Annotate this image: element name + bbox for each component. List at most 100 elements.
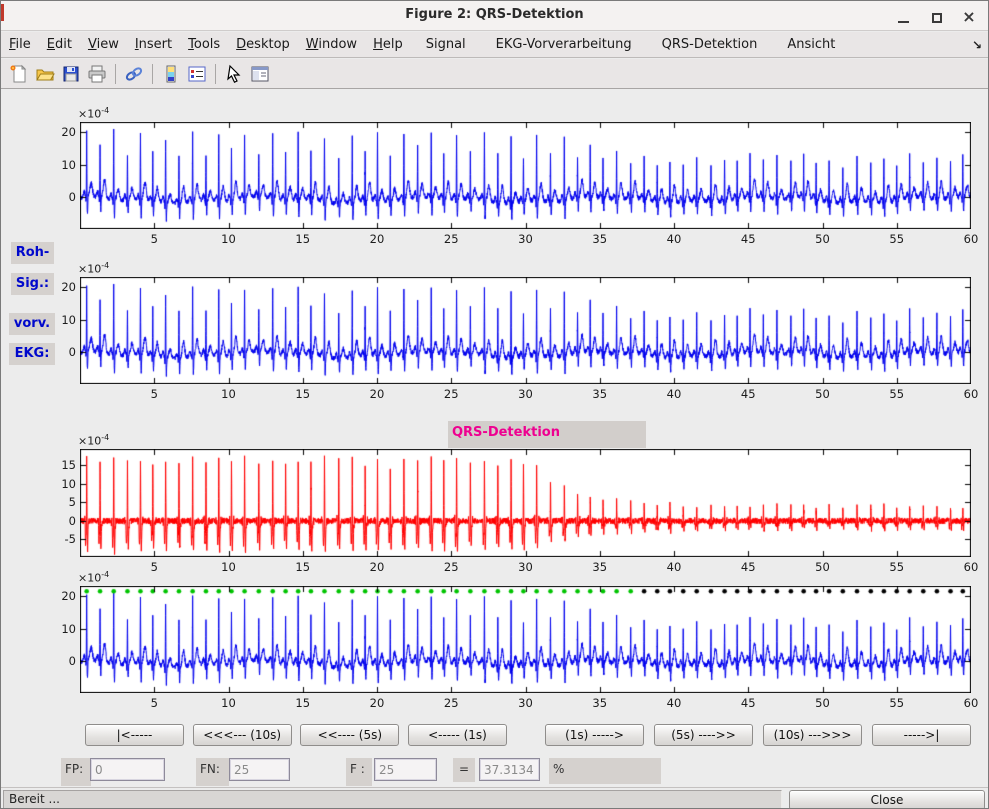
close-button[interactable]: Close (789, 790, 985, 809)
y-tick-label: 5 (48, 495, 76, 509)
x-tick-label: 60 (956, 232, 986, 246)
preprocessed-ecg-plot (80, 277, 971, 384)
equals-label: = (453, 758, 475, 782)
x-tick-label: 15 (288, 232, 318, 246)
x-tick-label: 30 (511, 696, 541, 710)
raw-signal-plot-container: 5101520253035404550556020100×10-4 (80, 122, 971, 249)
fp-label: FP: (61, 758, 91, 786)
x-tick-label: 35 (585, 232, 615, 246)
x-tick-label: 20 (362, 696, 392, 710)
back-10s-button[interactable]: <<<--- (10s) (193, 724, 292, 746)
menu-item-help[interactable]: Help (365, 32, 411, 58)
fp-input[interactable] (90, 758, 165, 781)
menu-item-tools[interactable]: Tools (180, 32, 228, 58)
property-editor-icon[interactable] (248, 62, 272, 86)
open-file-icon[interactable] (33, 62, 57, 86)
x-tick-label: 50 (808, 232, 838, 246)
x-tick-label: 10 (214, 387, 244, 401)
edit-plot-icon[interactable] (222, 62, 246, 86)
toolbar (1, 59, 988, 89)
x-tick-label: 15 (288, 560, 318, 574)
x-tick-label: 25 (436, 560, 466, 574)
fn-label: FN: (196, 758, 229, 786)
x-tick-label: 25 (436, 232, 466, 246)
menu-item-signal[interactable]: Signal (411, 32, 481, 58)
x-tick-label: 15 (288, 387, 318, 401)
maximize-button[interactable] (924, 8, 950, 25)
fwd-1s-button[interactable]: (1s) -----> (545, 724, 644, 746)
x-tick-label: 40 (659, 387, 689, 401)
y-axis-exponent-label: ×10-4 (78, 261, 109, 276)
y-tick-label: 20 (48, 280, 76, 294)
menu-item-insert[interactable]: Insert (127, 32, 180, 58)
x-tick-label: 35 (585, 387, 615, 401)
insert-legend-icon[interactable] (185, 62, 209, 86)
x-tick-label: 20 (362, 232, 392, 246)
save-figure-icon[interactable] (59, 62, 83, 86)
percent-label: % (549, 758, 661, 784)
x-tick-label: 45 (733, 696, 763, 710)
y-tick-label: 20 (48, 589, 76, 603)
qrs-detection-plot (80, 449, 971, 557)
x-tick-label: 25 (436, 696, 466, 710)
minimize-icon (898, 21, 909, 23)
x-tick-label: 45 (733, 560, 763, 574)
toolbar-separator (215, 64, 216, 84)
y-tick-label: 15 (48, 458, 76, 472)
x-tick-label: 60 (956, 560, 986, 574)
x-tick-label: 40 (659, 696, 689, 710)
f-label: F : (346, 758, 372, 786)
f-input[interactable] (374, 758, 437, 781)
fwd-10s-button[interactable]: (10s) --->>> (763, 724, 862, 746)
menu-item-ansicht[interactable]: Ansicht (772, 32, 850, 58)
detection-result-plot (80, 586, 971, 693)
x-tick-label: 35 (585, 696, 615, 710)
raw-signal-label-line1: Roh- (11, 242, 54, 264)
fn-input[interactable] (229, 758, 290, 781)
y-axis-exponent-label: ×10-4 (78, 106, 109, 121)
x-tick-label: 50 (808, 387, 838, 401)
y-tick-label: -5 (48, 532, 76, 546)
x-tick-label: 60 (956, 387, 986, 401)
fwd-5s-button[interactable]: (5s) ---->> (654, 724, 753, 746)
statusbar: Bereit ... Close (1, 787, 988, 809)
x-tick-label: 55 (882, 232, 912, 246)
detection-result-plot-container: 5101520253035404550556020100×10-4 (80, 586, 971, 713)
menu-item-view[interactable]: View (80, 32, 127, 58)
minimize-button[interactable] (890, 8, 916, 25)
menu-item-ekg-vorverarbeitung[interactable]: EKG-Vorverarbeitung (481, 32, 647, 58)
nav-buttons-left-group: |<----- <<<--- (10s) <<---- (5s) <----- (1s… (85, 724, 507, 746)
preprocessed-ecg-plot-container: 5101520253035404550556020100×10-4 (80, 277, 971, 404)
status-text: Bereit ... (3, 790, 782, 809)
x-tick-label: 30 (511, 560, 541, 574)
go-start-button[interactable]: |<----- (85, 724, 184, 746)
menu-item-edit[interactable]: Edit (39, 32, 80, 58)
qrs-detection-plot-container: 51015202530354045505560151050-5×10-4 (80, 449, 971, 577)
raw-signal-plot (80, 122, 971, 229)
ratio-input[interactable] (479, 758, 540, 781)
menubar: FileEditViewInsertToolsDesktopWindowHelp… (1, 32, 988, 58)
window-title: Figure 2: QRS-Detektion (1, 7, 988, 22)
x-tick-label: 50 (808, 696, 838, 710)
menu-overflow-icon[interactable]: ↘ (972, 32, 982, 58)
menu-item-file[interactable]: File (1, 32, 39, 58)
y-tick-label: 10 (48, 622, 76, 636)
insert-colorbar-icon[interactable] (159, 62, 183, 86)
menu-item-qrs-detektion[interactable]: QRS-Detektion (647, 32, 773, 58)
go-end-button[interactable]: ----->| (872, 724, 971, 746)
new-figure-icon[interactable] (7, 62, 31, 86)
menu-item-window[interactable]: Window (298, 32, 365, 58)
link-plot-icon[interactable] (122, 62, 146, 86)
y-tick-label: 0 (48, 654, 76, 668)
print-figure-icon[interactable] (85, 62, 109, 86)
x-tick-label: 30 (511, 387, 541, 401)
x-tick-label: 15 (288, 696, 318, 710)
x-tick-label: 5 (139, 387, 169, 401)
menu-item-desktop[interactable]: Desktop (228, 32, 298, 58)
back-1s-button[interactable]: <----- (1s) (408, 724, 507, 746)
back-5s-button[interactable]: <<---- (5s) (300, 724, 399, 746)
x-tick-label: 30 (511, 232, 541, 246)
y-axis-exponent-label: ×10-4 (78, 433, 109, 448)
x-tick-label: 40 (659, 232, 689, 246)
close-window-button[interactable]: × (956, 8, 982, 25)
